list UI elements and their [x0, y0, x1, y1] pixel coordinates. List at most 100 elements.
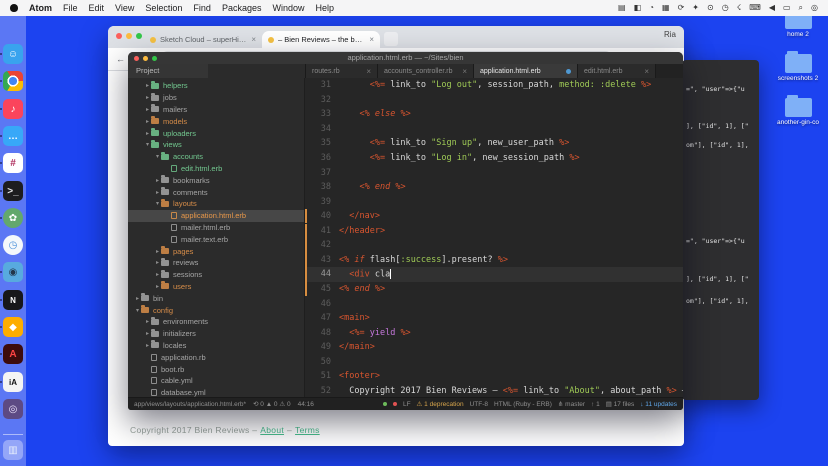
tree-item-cable.yml[interactable]: cable.yml [128, 375, 304, 387]
spark-icon[interactable]: ✦ [692, 0, 699, 16]
bolt-icon[interactable]: ☇ [737, 0, 742, 16]
grid-icon[interactable]: ▦ [662, 0, 670, 16]
tree-arrow-icon[interactable]: ▾ [154, 200, 161, 207]
tweetbot-icon[interactable]: ◉ [3, 262, 23, 282]
status-lint-counts[interactable]: ⟲ 0 ▲ 0 ⚠ 0 [253, 400, 291, 408]
menu-item-file[interactable]: File [63, 3, 78, 13]
volume-icon[interactable]: ◀ [769, 0, 775, 16]
codekit-icon[interactable]: ✿ [3, 208, 23, 228]
desktop-folder-3[interactable]: another-gin-co [774, 98, 822, 126]
code-line-50[interactable]: 50 [305, 354, 683, 369]
status-file-path[interactable]: app/views/layouts/application.html.erb* [134, 401, 246, 408]
tree-item-initializers[interactable]: ▸initializers [128, 328, 304, 340]
zoom-window-button[interactable] [136, 33, 142, 39]
finder-icon[interactable]: ☺ [3, 44, 23, 64]
tree-item-comments[interactable]: ▸comments [128, 186, 304, 198]
minimize-window-button[interactable] [143, 56, 148, 61]
tab-close-icon[interactable]: × [462, 67, 467, 76]
browser-tab-1[interactable]: Sketch Cloud – superHi-Store× [144, 31, 262, 48]
code-line-47[interactable]: 47<main> [305, 311, 683, 326]
browser-profile-name[interactable]: Ria [664, 30, 676, 39]
code-line-43[interactable]: 43<% if flash[:success].present? %> [305, 253, 683, 268]
status-item[interactable]: ↑ 1 [591, 401, 600, 408]
status-item[interactable]: HTML (Ruby - ERB) [494, 401, 552, 408]
slack-icon[interactable]: # [3, 153, 23, 173]
tree-item-layouts[interactable]: ▾layouts [128, 198, 304, 210]
tree-item-locales[interactable]: ▸locales [128, 340, 304, 352]
close-window-button[interactable] [116, 33, 122, 39]
timer-icon[interactable]: ◷ [722, 0, 729, 16]
tree-item-models[interactable]: ▸models [128, 115, 304, 127]
tree-arrow-icon[interactable]: ▸ [154, 271, 161, 278]
tree-item-accounts[interactable]: ▾accounts [128, 151, 304, 163]
minimize-window-button[interactable] [126, 33, 132, 39]
shield-icon[interactable]: ◧ [634, 0, 642, 16]
notion-icon[interactable]: N [3, 290, 23, 310]
terminal-icon[interactable]: >_ [3, 181, 23, 201]
code-line-40[interactable]: 40 </nav> [305, 209, 683, 224]
record-icon[interactable]: ⊙ [707, 0, 714, 16]
menu-item-view[interactable]: View [115, 3, 134, 13]
tree-arrow-icon[interactable]: ▸ [154, 259, 161, 266]
tab-close-icon[interactable]: × [369, 35, 374, 44]
code-line-44[interactable]: 44 <div cla [305, 267, 683, 282]
tree-item-reviews[interactable]: ▸reviews [128, 257, 304, 269]
tree-arrow-icon[interactable]: ▾ [134, 307, 141, 314]
tree-item-helpers[interactable]: ▸helpers [128, 80, 304, 92]
tree-item-views[interactable]: ▾views [128, 139, 304, 151]
code-line-33[interactable]: 33 <% else %> [305, 107, 683, 122]
tree-item-mailers[interactable]: ▸mailers [128, 104, 304, 116]
code-line-31[interactable]: 31 <%= link_to "Log out", session_path, … [305, 78, 683, 93]
about-link[interactable]: About [260, 425, 284, 435]
tree-item-mailer.text.erb[interactable]: mailer.text.erb [128, 233, 304, 245]
new-tab-button[interactable] [384, 32, 398, 46]
tree-arrow-icon[interactable]: ▾ [144, 141, 151, 148]
tree-arrow-icon[interactable]: ▸ [134, 295, 141, 302]
code-line-35[interactable]: 35 <%= link_to "Sign up", new_user_path … [305, 136, 683, 151]
tree-item-boot.rb[interactable]: boot.rb [128, 363, 304, 375]
tree-item-mailer.html.erb[interactable]: mailer.html.erb [128, 222, 304, 234]
tree-arrow-icon[interactable]: ▸ [144, 130, 151, 137]
editor-tab-routes.rb[interactable]: routes.rb× [306, 64, 378, 78]
tree-arrow-icon[interactable]: ▸ [144, 342, 151, 349]
tree-item-bookmarks[interactable]: ▸bookmarks [128, 174, 304, 186]
tree-arrow-icon[interactable]: ▸ [154, 283, 161, 290]
tree-arrow-icon[interactable]: ▸ [144, 318, 151, 325]
tree-arrow-icon[interactable]: ▸ [154, 189, 161, 196]
clock-icon[interactable]: ◔ [649, 0, 654, 16]
tree-item-bin[interactable]: ▸bin [128, 292, 304, 304]
code-line-45[interactable]: 45<% end %> [305, 282, 683, 297]
tab-close-icon[interactable]: × [366, 67, 371, 76]
tab-close-icon[interactable]: × [251, 35, 256, 44]
menu-item-selection[interactable]: Selection [145, 3, 182, 13]
tree-arrow-icon[interactable]: ▸ [144, 118, 151, 125]
tree-item-edit.html.erb[interactable]: edit.html.erb [128, 163, 304, 175]
status-item[interactable]: ⋔ master [558, 400, 585, 408]
code-line-48[interactable]: 48 <%= yield %> [305, 325, 683, 340]
code-line-52[interactable]: 52 Copyright 2017 Bien Reviews — <%= lin… [305, 384, 683, 397]
editor-tab-accounts_controller.rb[interactable]: accounts_controller.rb× [378, 64, 474, 78]
menu-item-help[interactable]: Help [315, 3, 334, 13]
tree-arrow-icon[interactable]: ▸ [154, 177, 161, 184]
menu-item-packages[interactable]: Packages [222, 3, 262, 13]
menu-item-window[interactable]: Window [272, 3, 304, 13]
spotlight-icon[interactable]: ⌕ [799, 0, 803, 16]
tree-item-database.yml[interactable]: database.yml [128, 387, 304, 397]
tree-arrow-icon[interactable]: ▸ [144, 106, 151, 113]
code-line-34[interactable]: 34 [305, 122, 683, 137]
tree-item-jobs[interactable]: ▸jobs [128, 92, 304, 104]
airmail-icon[interactable]: ◷ [3, 235, 23, 255]
acrobat-icon[interactable]: A [3, 344, 23, 364]
tree-arrow-icon[interactable]: ▸ [144, 330, 151, 337]
code-line-51[interactable]: 51<footer> [305, 369, 683, 384]
code-line-37[interactable]: 37 [305, 165, 683, 180]
app-menu-atom[interactable]: Atom [29, 3, 52, 13]
menu-item-edit[interactable]: Edit [89, 3, 105, 13]
apple-menu-icon[interactable] [10, 4, 18, 12]
sync-icon[interactable]: ⟳ [678, 0, 685, 16]
tree-item-uploaders[interactable]: ▸uploaders [128, 127, 304, 139]
tree-item-config[interactable]: ▾config [128, 304, 304, 316]
status-cursor-position[interactable]: 44:16 [298, 401, 314, 408]
project-tab[interactable]: Project [128, 64, 208, 78]
tree-item-application.html.erb[interactable]: application.html.erb [128, 210, 304, 222]
